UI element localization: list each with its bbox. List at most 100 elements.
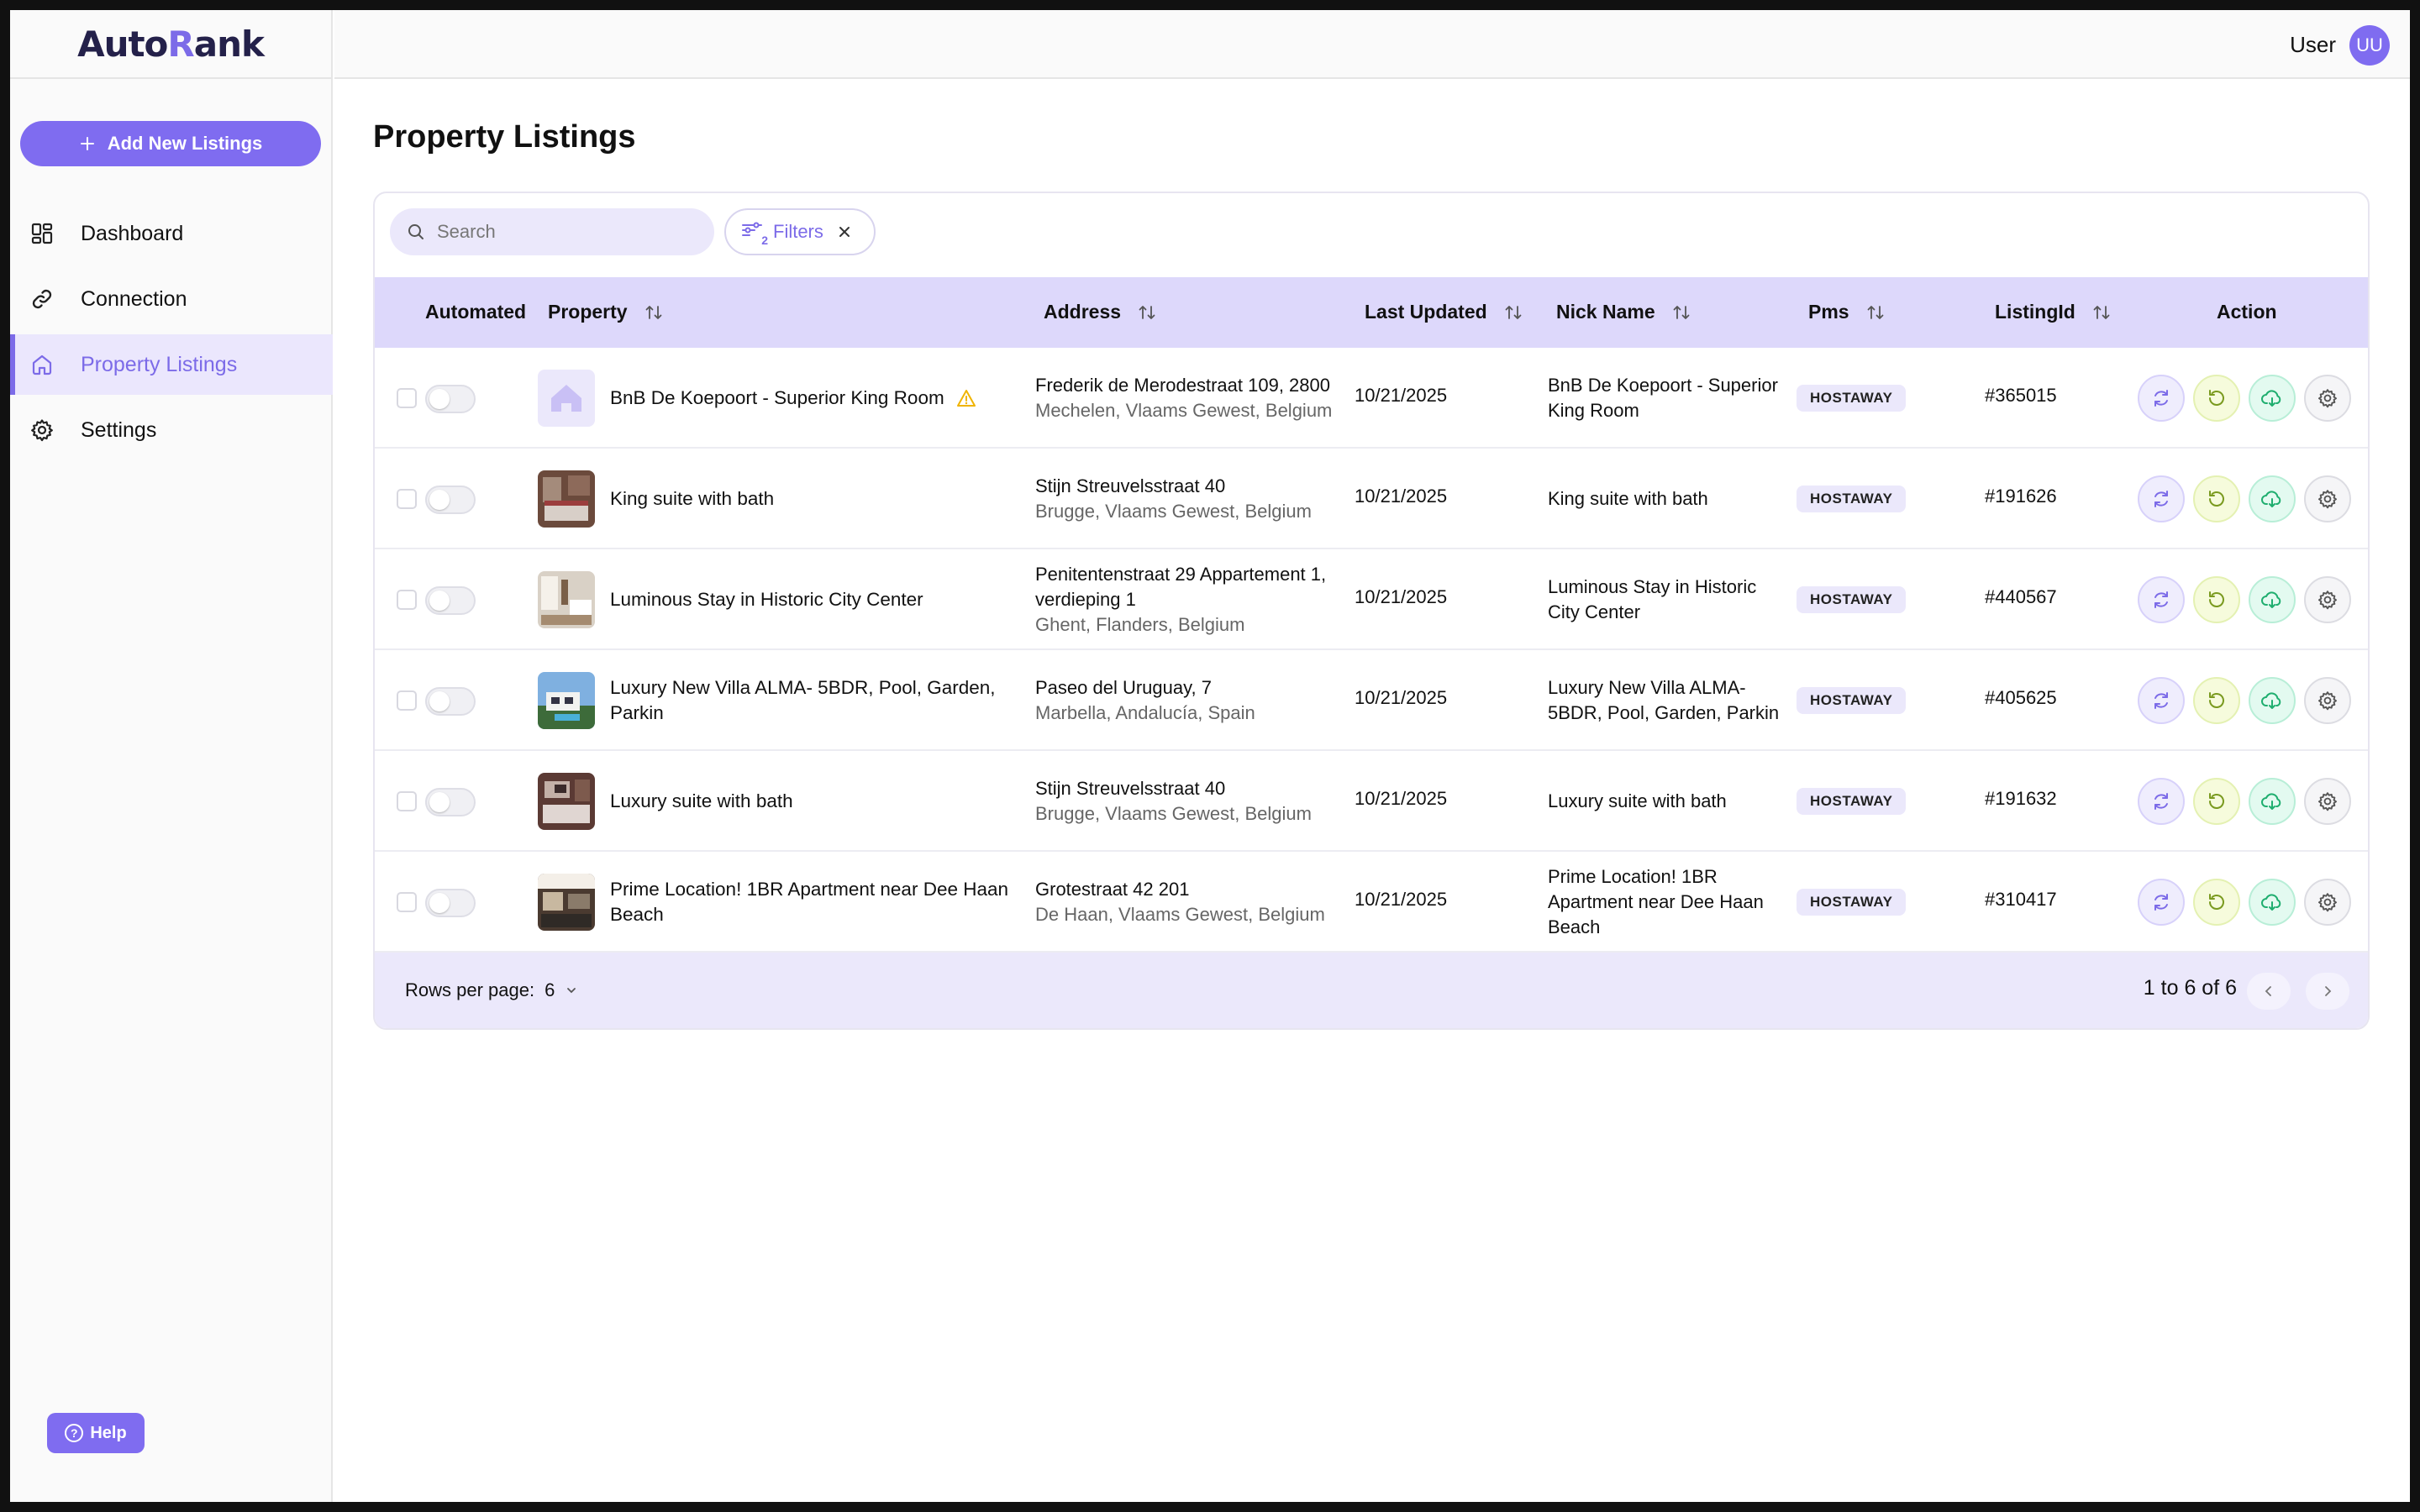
nick-name: Luxury New Villa ALMA- 5BDR, Pool, Garde… [1548, 677, 1780, 723]
property-name[interactable]: King suite with bath [610, 449, 1047, 549]
nick-name: Prime Location! 1BR Apartment near Dee H… [1548, 866, 1764, 937]
property-thumbnail [538, 370, 595, 427]
gear-icon [31, 419, 53, 442]
automated-toggle[interactable] [425, 889, 476, 917]
property-name[interactable]: BnB De Koepoort - Superior King Room [610, 348, 1047, 449]
automated-toggle[interactable] [425, 586, 476, 615]
sidebar-item-connection[interactable]: Connection [10, 269, 333, 329]
publish-button[interactable] [2249, 677, 2296, 724]
row-settings-button[interactable] [2304, 778, 2351, 825]
help-button[interactable]: ? Help [47, 1413, 145, 1453]
publish-button[interactable] [2249, 576, 2296, 623]
row-checkbox[interactable] [397, 892, 417, 912]
last-updated: 10/21/2025 [1355, 586, 1448, 607]
property-name[interactable]: Luxury New Villa ALMA- 5BDR, Pool, Garde… [610, 650, 1047, 751]
sort-icon[interactable] [1504, 303, 1523, 322]
reset-button[interactable] [2193, 475, 2240, 522]
nick-name: King suite with bath [1548, 488, 1708, 509]
column-property[interactable]: Property [548, 301, 663, 323]
row-checkbox[interactable] [397, 388, 417, 408]
column-listing-id[interactable]: ListingId [1995, 301, 2111, 323]
rows-per-page[interactable]: Rows per page: 6 [405, 979, 578, 1001]
warning-icon [956, 390, 976, 407]
row-settings-button[interactable] [2304, 375, 2351, 422]
search-input[interactable] [437, 221, 706, 243]
cloud-upload-icon [2261, 491, 2281, 507]
cloud-upload-icon [2261, 390, 2281, 407]
automated-toggle[interactable] [425, 788, 476, 816]
sort-icon[interactable] [1672, 303, 1691, 322]
sort-icon[interactable] [1866, 303, 1885, 322]
column-nick-name[interactable]: Nick Name [1556, 301, 1691, 323]
table-row: Prime Location! 1BR Apartment near Dee H… [375, 852, 2368, 953]
property-name[interactable]: Luminous Stay in Historic City Center [610, 549, 1047, 650]
avatar[interactable]: UU [2349, 25, 2390, 66]
prev-page-button[interactable] [2247, 973, 2291, 1010]
column-address[interactable]: Address [1044, 301, 1156, 323]
publish-button[interactable] [2249, 879, 2296, 926]
sync-button[interactable] [2138, 677, 2185, 724]
sidebar-item-settings[interactable]: Settings [10, 400, 333, 460]
row-settings-button[interactable] [2304, 879, 2351, 926]
sidebar-item-dashboard[interactable]: Dashboard [10, 203, 333, 264]
sync-button[interactable] [2138, 375, 2185, 422]
reset-button[interactable] [2193, 879, 2240, 926]
reset-button[interactable] [2193, 677, 2240, 724]
filters-button[interactable]: 2 Filters [724, 208, 876, 255]
reset-icon [2209, 793, 2224, 809]
nick-name: Luxury suite with bath [1548, 790, 1727, 811]
property-address: Stijn Streuvelsstraat 40 Brugge, Vlaams G… [1035, 475, 1312, 522]
reset-button[interactable] [2193, 576, 2240, 623]
brand-logo[interactable]: Auto Rank [10, 10, 331, 79]
sort-icon[interactable] [644, 303, 663, 322]
property-address: Frederik de Merodestraat 109, 2800 Mechel… [1035, 375, 1333, 421]
page-title: Property Listings [373, 119, 636, 155]
column-pms[interactable]: Pms [1808, 301, 1885, 323]
row-settings-button[interactable] [2304, 475, 2351, 522]
sync-button[interactable] [2138, 879, 2185, 926]
publish-button[interactable] [2249, 778, 2296, 825]
clear-filters-icon[interactable] [837, 224, 852, 239]
reset-button[interactable] [2193, 778, 2240, 825]
row-settings-button[interactable] [2304, 576, 2351, 623]
sort-icon[interactable] [2092, 303, 2111, 322]
row-checkbox[interactable] [397, 791, 417, 811]
last-updated: 10/21/2025 [1355, 889, 1448, 910]
automated-toggle[interactable] [425, 486, 476, 514]
search-box[interactable] [390, 208, 714, 255]
property-name[interactable]: Prime Location! 1BR Apartment near Dee H… [610, 852, 1047, 953]
sync-button[interactable] [2138, 475, 2185, 522]
reset-icon [2209, 491, 2224, 507]
automated-toggle[interactable] [425, 385, 476, 413]
row-checkbox[interactable] [397, 489, 417, 509]
plus-icon [80, 137, 94, 150]
pms-badge: HOSTAWAY [1797, 486, 1907, 512]
table-row: Luxury suite with bath Stijn Streuvelsstr… [375, 751, 2368, 852]
publish-button[interactable] [2249, 375, 2296, 422]
row-settings-button[interactable] [2304, 677, 2351, 724]
publish-button[interactable] [2249, 475, 2296, 522]
sidebar: Auto Rank Add New Listings Dashboard Conn… [10, 10, 333, 1502]
sidebar-nav: Dashboard Connection Property Listings S… [10, 203, 333, 465]
pms-badge: HOSTAWAY [1797, 586, 1907, 613]
sync-button[interactable] [2138, 778, 2185, 825]
add-new-listings-button[interactable]: Add New Listings [20, 121, 321, 166]
sidebar-item-property-listings[interactable]: Property Listings [10, 334, 333, 395]
nick-name: BnB De Koepoort - Superior King Room [1548, 375, 1778, 421]
property-address: Paseo del Uruguay, 7 Marbella, Andalucía,… [1035, 677, 1255, 723]
automated-toggle[interactable] [425, 687, 476, 716]
row-checkbox[interactable] [397, 690, 417, 711]
reset-button[interactable] [2193, 375, 2240, 422]
listing-id: #191632 [1985, 788, 2057, 809]
sync-button[interactable] [2138, 576, 2185, 623]
row-actions [2138, 576, 2351, 623]
row-actions [2138, 879, 2351, 926]
sort-icon[interactable] [1138, 303, 1156, 322]
sync-icon [2154, 692, 2168, 709]
property-name[interactable]: Luxury suite with bath [610, 751, 1047, 852]
rows-per-page-value: 6 [544, 979, 555, 1000]
table-row: Luminous Stay in Historic City Center Pen… [375, 549, 2368, 650]
column-last-updated[interactable]: Last Updated [1365, 301, 1523, 323]
row-checkbox[interactable] [397, 590, 417, 610]
next-page-button[interactable] [2306, 973, 2349, 1010]
